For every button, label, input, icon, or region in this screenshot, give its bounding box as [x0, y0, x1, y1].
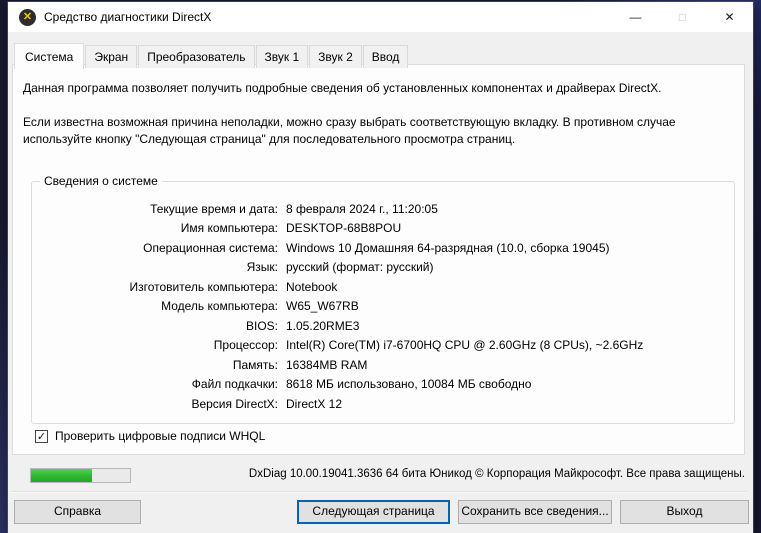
save-all-info-button[interactable]: Сохранить все сведения... — [458, 500, 612, 524]
info-value: 16384MB RAM — [286, 357, 368, 372]
exit-button[interactable]: Выход — [620, 500, 749, 524]
system-info-row: Версия DirectX: DirectX 12 — [32, 394, 734, 414]
system-info-row: Имя компьютера: DESKTOP-68B8POU — [32, 219, 734, 239]
system-info-row: Модель компьютера: W65_W67RB — [32, 297, 734, 317]
system-info-row: Изготовитель компьютера: Notebook — [32, 277, 734, 297]
intro-line-2: Если известна возможная причина неполадк… — [23, 115, 676, 146]
info-label: Имя компьютера: — [180, 221, 278, 236]
info-label: Процессор: — [213, 338, 278, 353]
info-value: 8618 МБ использовано, 10084 МБ свободно — [286, 377, 532, 392]
info-value: Intel(R) Core(TM) i7-6700HQ CPU @ 2.60GH… — [286, 338, 644, 353]
info-value: W65_W67RB — [286, 299, 359, 314]
button-row-divider — [12, 491, 747, 493]
system-info-row: Текущие время и дата: 8 февраля 2024 г.,… — [32, 199, 734, 219]
directx-app-icon: ✕ — [19, 8, 36, 26]
info-label: Изготовитель компьютера: — [129, 279, 279, 294]
system-info-row: Процессор: Intel(R) Core(TM) i7-6700HQ C… — [32, 336, 734, 356]
info-label: Память: — [232, 357, 278, 372]
tab[interactable]: Система — [14, 43, 85, 69]
maximize-button: □ — [678, 10, 687, 24]
dxdiag-window: ✕ Средство диагностики DirectX — □ ✕ Сис… — [8, 2, 753, 533]
info-value: DESKTOP-68B8POU — [286, 221, 402, 236]
system-info-row: Файл подкачки: 8618 МБ использовано, 100… — [32, 375, 734, 395]
system-info-rows: Текущие время и дата: 8 февраля 2024 г.,… — [32, 199, 734, 414]
window-controls: — □ ✕ — [612, 2, 753, 32]
whql-checkbox-row[interactable]: ✓ Проверить цифровые подписи WHQL — [35, 429, 265, 443]
info-label: Файл подкачки: — [191, 377, 278, 392]
info-label: Операционная система: — [143, 240, 278, 255]
info-label: Язык: — [246, 260, 278, 275]
intro-line-1: Данная программа позволяет получить подр… — [23, 81, 662, 95]
system-info-row: Память: 16384MB RAM — [32, 355, 734, 375]
whql-checkbox-label: Проверить цифровые подписи WHQL — [55, 429, 266, 443]
checkbox-checked-icon[interactable]: ✓ — [35, 429, 48, 443]
dxdiag-version-text: DxDiag 10.00.19041.3636 64 бита Юникод ©… — [248, 468, 745, 480]
system-tab-page: Данная программа позволяет получить подр… — [12, 64, 745, 455]
info-label: Версия DirectX: — [191, 396, 278, 411]
info-value: 1.05.20RME3 — [286, 318, 360, 333]
minimize-button[interactable]: — — [612, 2, 659, 32]
tab[interactable]: Экран — [85, 45, 138, 68]
info-value: Windows 10 Домашняя 64-разрядная (10.0, … — [286, 240, 610, 255]
dialog-body: Система Экран Преобразователь Звук 1 Зву… — [8, 32, 753, 533]
info-label: BIOS: — [245, 318, 278, 333]
system-info-row: Язык: русский (формат: русский) — [32, 258, 734, 278]
tab[interactable]: Ввод — [362, 45, 409, 68]
info-label: Текущие время и дата: — [150, 201, 278, 216]
next-page-button[interactable]: Следующая страница — [297, 500, 450, 524]
info-label: Модель компьютера: — [161, 299, 278, 314]
tab[interactable]: Преобразователь — [138, 45, 255, 68]
help-button[interactable]: Справка — [14, 500, 141, 524]
scan-progress-fill — [31, 469, 93, 482]
system-info-group-title: Сведения о системе — [40, 174, 162, 188]
info-value: 8 февраля 2024 г., 11:20:05 — [286, 201, 438, 216]
title-bar: ✕ Средство диагностики DirectX — □ ✕ — [8, 2, 753, 32]
tab[interactable]: Звук 1 — [255, 45, 309, 68]
system-info-row: Операционная система: Windows 10 Домашня… — [32, 238, 734, 258]
system-info-row: BIOS: 1.05.20RME3 — [32, 316, 734, 336]
window-title: Средство диагностики DirectX — [44, 10, 212, 24]
info-value: DirectX 12 — [286, 396, 343, 411]
tab[interactable]: Звук 2 — [309, 45, 362, 68]
info-value: русский (формат: русский) — [286, 260, 434, 275]
tab-bar: Система Экран Преобразователь Звук 1 Зву… — [14, 42, 409, 69]
scan-progress-bar — [30, 468, 131, 483]
info-value: Notebook — [286, 279, 338, 294]
system-info-groupbox: Сведения о системе Текущие время и дата:… — [31, 174, 735, 424]
close-button[interactable]: ✕ — [706, 2, 753, 32]
